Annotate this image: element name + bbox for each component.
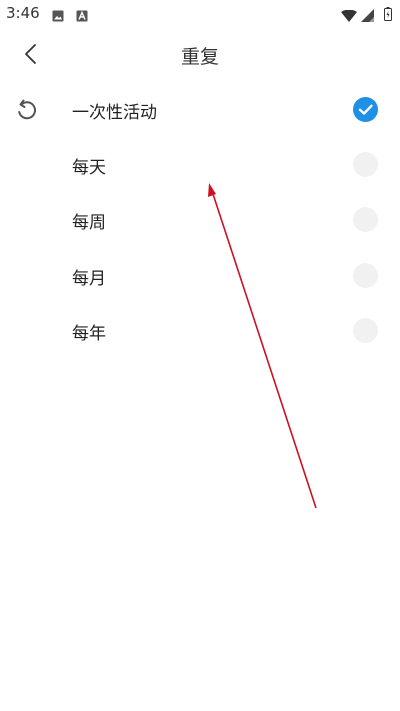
battery-icon bbox=[384, 6, 392, 21]
page-title: 重复 bbox=[180, 46, 219, 68]
option-weekly[interactable]: 每周 bbox=[0, 192, 400, 247]
option-label: 每月 bbox=[72, 269, 106, 289]
option-daily[interactable]: 每天 bbox=[0, 137, 400, 192]
radio-unchecked[interactable] bbox=[353, 152, 378, 177]
undo-icon bbox=[14, 98, 38, 122]
checkmark-icon bbox=[358, 104, 373, 115]
a-notification-icon bbox=[76, 7, 88, 22]
radio-checked[interactable] bbox=[353, 97, 378, 122]
option-yearly[interactable]: 每年 bbox=[0, 303, 400, 358]
option-label: 每天 bbox=[72, 158, 106, 178]
gallery-notification-icon bbox=[52, 7, 64, 22]
option-label: 一次性活动 bbox=[72, 103, 157, 123]
app-header: 重复 bbox=[0, 28, 400, 80]
option-label: 每年 bbox=[72, 324, 106, 344]
option-one-time[interactable]: 一次性活动 bbox=[0, 82, 400, 137]
wifi-icon bbox=[341, 7, 357, 22]
status-bar: 3:46 bbox=[0, 0, 400, 28]
signal-icon bbox=[361, 7, 375, 22]
radio-unchecked[interactable] bbox=[353, 263, 378, 288]
radio-unchecked[interactable] bbox=[353, 318, 378, 343]
status-time: 3:46 bbox=[6, 4, 40, 22]
radio-unchecked[interactable] bbox=[353, 207, 378, 232]
option-label: 每周 bbox=[72, 213, 106, 233]
option-monthly[interactable]: 每月 bbox=[0, 248, 400, 303]
